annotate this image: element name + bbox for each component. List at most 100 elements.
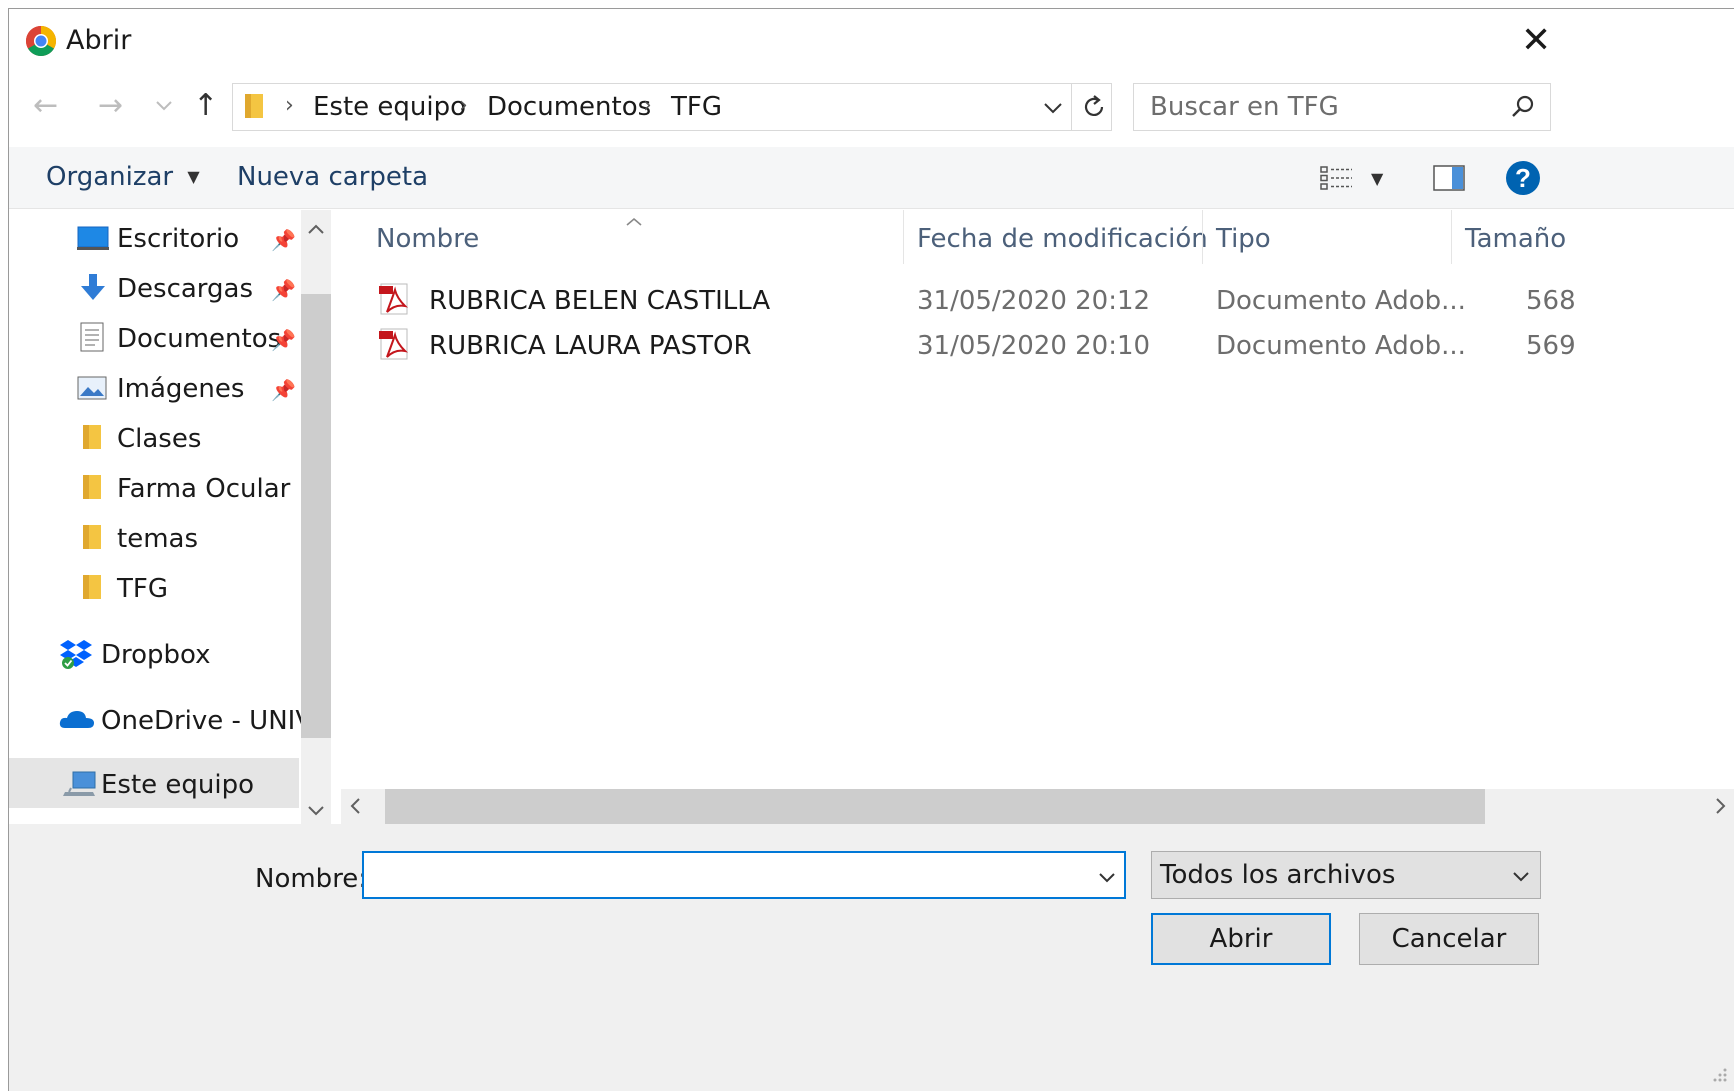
sidebar-item-escritorio[interactable]: Escritorio 📌 [9, 214, 299, 260]
scroll-left-arrow-icon[interactable] [349, 797, 361, 820]
scroll-down-arrow-icon[interactable] [307, 800, 325, 822]
sidebar-item-descargas[interactable]: Descargas 📌 [9, 264, 299, 310]
dialog-footer: Nombre: Todos los archivos Abrir Cancela… [9, 824, 1734, 1091]
file-type: Documento Adob... [1216, 331, 1466, 361]
sidebar-item-onedrive[interactable]: OneDrive - UNIVE [9, 696, 330, 742]
file-size: 568 [1526, 286, 1576, 316]
organize-button[interactable]: Organizar ▼ [46, 162, 200, 192]
search-icon[interactable] [1510, 94, 1536, 124]
pictures-icon [77, 376, 107, 404]
breadcrumb-separator: › [643, 93, 652, 118]
breadcrumb-este-equipo[interactable]: Este equipo [313, 92, 466, 122]
search-placeholder: Buscar en TFG [1150, 92, 1339, 122]
dialog-title: Abrir [66, 25, 132, 56]
folder-icon [81, 423, 103, 455]
sort-ascending-icon [625, 212, 643, 231]
sidebar-item-tfg[interactable]: TFG [9, 564, 299, 610]
toolbar: Organizar ▼ Nueva carpeta ▼ ? [9, 147, 1734, 209]
pin-icon[interactable]: 📌 [271, 328, 296, 352]
address-divider [1071, 84, 1072, 130]
view-dropdown-icon[interactable]: ▼ [1371, 169, 1383, 188]
sidebar-item-documentos[interactable]: Documentos 📌 [9, 314, 299, 360]
open-file-dialog: Abrir ✕ ← → ↑ › Este equipo › Documentos… [8, 8, 1734, 1091]
preview-pane-icon[interactable] [1433, 165, 1465, 195]
file-list-scroll-thumb[interactable] [385, 789, 1485, 824]
sidebar-item-label: Descargas [117, 274, 254, 304]
recent-locations-button[interactable] [155, 95, 173, 117]
file-list-scrollbar[interactable] [341, 789, 1734, 824]
refresh-icon[interactable] [1081, 94, 1107, 124]
document-icon [79, 322, 105, 356]
desktop-icon [77, 226, 109, 254]
sidebar-item-temas[interactable]: temas [9, 514, 299, 560]
folder-icon [81, 523, 103, 555]
folder-icon [81, 473, 103, 505]
breadcrumb-tfg[interactable]: TFG [671, 92, 722, 122]
breadcrumb-separator: › [285, 93, 294, 118]
scroll-right-arrow-icon[interactable] [1715, 797, 1727, 820]
column-header-tipo[interactable]: Tipo [1216, 224, 1271, 254]
sidebar-item-farma-ocular[interactable]: Farma Ocular [9, 464, 299, 510]
file-size: 569 [1526, 331, 1576, 361]
column-divider[interactable] [1202, 210, 1203, 264]
sidebar-item-imagenes[interactable]: Imágenes 📌 [9, 364, 299, 410]
pdf-file-icon [377, 282, 411, 320]
breadcrumb-documentos[interactable]: Documentos [487, 92, 651, 122]
file-name: RUBRICA LAURA PASTOR [429, 331, 752, 361]
sidebar-item-label: Documentos [117, 324, 282, 354]
sidebar-item-dropbox[interactable]: Dropbox [9, 630, 299, 676]
file-name: RUBRICA BELEN CASTILLA [429, 286, 771, 316]
view-options-icon[interactable] [1320, 165, 1354, 195]
pdf-file-icon [377, 327, 411, 365]
resize-grip-icon[interactable] [1709, 1064, 1729, 1088]
pin-icon[interactable]: 📌 [271, 378, 296, 402]
sidebar-item-clases[interactable]: Clases [9, 414, 299, 460]
forward-button[interactable]: → [98, 91, 123, 121]
chrome-logo-icon [25, 25, 57, 57]
folder-icon [243, 92, 265, 124]
navigation-pane: Escritorio 📌 Descargas 📌 Documentos 📌 Im… [9, 210, 331, 824]
file-name-input[interactable] [362, 851, 1126, 899]
sidebar-item-label: Dropbox [101, 640, 211, 670]
file-type-dropdown-icon [1512, 868, 1530, 887]
folder-icon [81, 573, 103, 605]
sidebar-item-label: temas [117, 524, 198, 554]
table-row[interactable]: RUBRICA LAURA PASTOR 31/05/2020 20:10 Do… [371, 323, 1734, 367]
file-name-dropdown-icon[interactable] [1098, 869, 1116, 888]
sidebar-item-label: Este equipo [101, 770, 255, 800]
pin-icon[interactable]: 📌 [271, 278, 296, 302]
back-button[interactable]: ← [33, 91, 58, 121]
sidebar-item-label: Escritorio [117, 224, 240, 254]
column-divider[interactable] [1451, 210, 1452, 264]
column-header-fecha[interactable]: Fecha de modificación [917, 224, 1208, 254]
new-folder-button[interactable]: Nueva carpeta [237, 162, 428, 192]
column-header-nombre[interactable]: Nombre [376, 224, 479, 254]
onedrive-icon [59, 708, 95, 734]
pin-icon[interactable]: 📌 [271, 228, 296, 252]
file-date: 31/05/2020 20:10 [917, 331, 1151, 361]
up-button[interactable]: ↑ [193, 91, 218, 121]
dropdown-arrow-icon: ▼ [187, 167, 200, 186]
breadcrumb-separator: › [459, 93, 468, 118]
svg-text:?: ? [1515, 163, 1531, 193]
column-divider[interactable] [903, 210, 904, 264]
nav-pane-scrollbar[interactable] [301, 210, 331, 824]
organize-label: Organizar [46, 162, 174, 192]
help-icon[interactable]: ? [1505, 160, 1541, 200]
close-icon[interactable]: ✕ [1521, 23, 1551, 59]
address-dropdown-icon[interactable] [1043, 100, 1063, 119]
address-bar[interactable]: › Este equipo › Documentos › TFG [232, 83, 1112, 131]
search-input[interactable]: Buscar en TFG [1133, 83, 1551, 131]
nav-pane-scroll-thumb[interactable] [301, 294, 331, 738]
sidebar-item-label: Clases [117, 424, 202, 454]
table-row[interactable]: RUBRICA BELEN CASTILLA 31/05/2020 20:12 … [371, 278, 1734, 322]
sidebar-item-este-equipo[interactable]: Este equipo [9, 758, 299, 808]
file-type-select[interactable]: Todos los archivos [1151, 851, 1541, 899]
dropbox-icon [59, 638, 93, 674]
cancel-button[interactable]: Cancelar [1359, 913, 1539, 965]
file-type-value: Todos los archivos [1160, 860, 1396, 890]
scroll-up-arrow-icon[interactable] [307, 218, 325, 240]
column-header-tamano[interactable]: Tamaño [1465, 224, 1566, 254]
open-button[interactable]: Abrir [1151, 913, 1331, 965]
title-bar: Abrir ✕ [9, 9, 1734, 73]
